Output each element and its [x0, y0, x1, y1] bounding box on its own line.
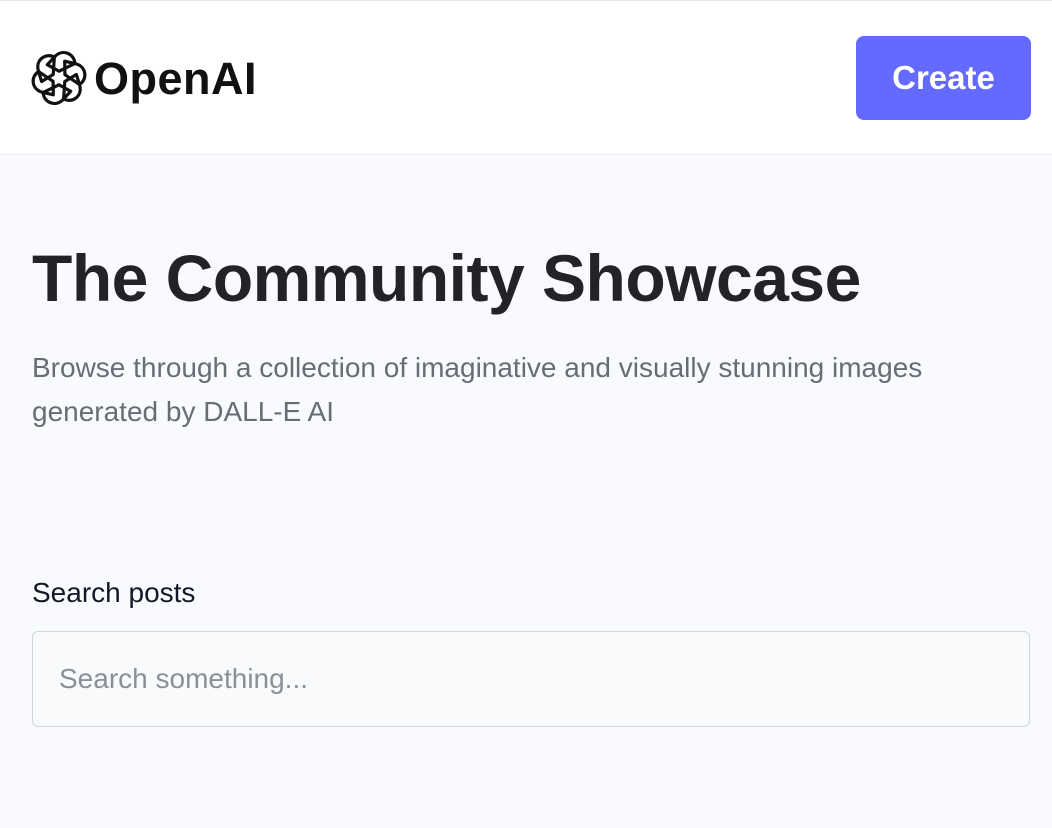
page-subtitle: Browse through a collection of imaginati… [32, 352, 923, 427]
search-input[interactable] [32, 631, 1030, 727]
home-logo-link[interactable]: OpenAI [30, 47, 257, 109]
top-nav-bar: OpenAI Create [0, 0, 1052, 155]
create-button[interactable]: Create [856, 36, 1031, 120]
brand-name: OpenAI [94, 52, 258, 104]
search-label: Search posts [32, 577, 196, 608]
page-title: The Community Showcase [32, 241, 861, 315]
openai-logo-icon [30, 49, 88, 107]
